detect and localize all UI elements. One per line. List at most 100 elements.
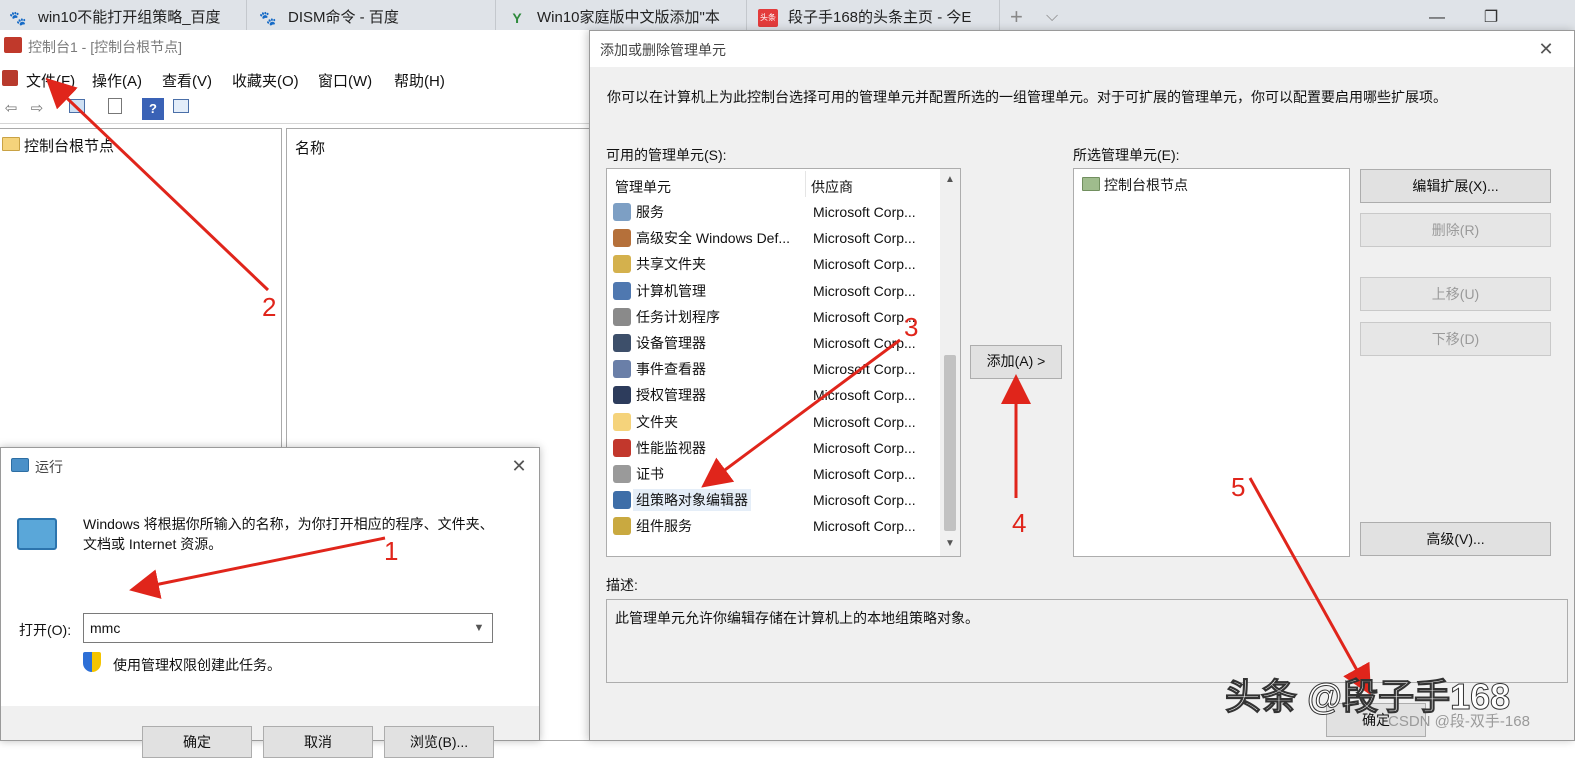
run-dialog: 运行 ✕ Windows 将根据你所输入的名称，为你打开相应的程序、文件夹、文档… <box>0 447 540 758</box>
mmc-app-icon <box>4 37 22 53</box>
column-divider[interactable] <box>805 171 806 197</box>
mmc-toolbar: ⇦ ⇨ ? <box>0 94 600 124</box>
folder-icon <box>1082 177 1100 191</box>
snapin-list-item[interactable]: 组件服务 Microsoft Corp... <box>611 513 939 539</box>
close-icon[interactable]: ✕ <box>1534 37 1558 61</box>
remove-button[interactable]: 删除(R) <box>1360 213 1551 247</box>
edit-extensions-button[interactable]: 编辑扩展(X)... <box>1360 169 1551 203</box>
uac-shield-icon <box>83 652 101 672</box>
run-button-bar: 确定 取消 浏览(B)... <box>1 706 539 758</box>
snapin-name: 组件服务 <box>636 518 692 535</box>
description-label: 描述: <box>606 577 638 593</box>
run-dialog-title: 运行 <box>35 459 63 475</box>
baidu-paw-icon: 🐾 <box>259 10 277 26</box>
snapin-vendor: Microsoft Corp... <box>813 387 916 404</box>
menu-file[interactable]: 文件(F) <box>26 70 75 91</box>
step-label-2: 2 <box>262 292 277 322</box>
browse-button[interactable]: 浏览(B)... <box>384 726 494 758</box>
column-header-name[interactable]: 名称 <box>295 137 325 158</box>
menu-window[interactable]: 窗口(W) <box>318 70 372 91</box>
open-input-value[interactable]: mmc <box>90 620 120 636</box>
open-label: 打开(O): <box>19 622 72 638</box>
certificate-icon <box>613 465 631 483</box>
cancel-button[interactable]: 取消 <box>263 726 373 758</box>
selected-item-console-root[interactable]: 控制台根节点 <box>1082 175 1188 195</box>
folder-icon <box>2 137 20 151</box>
snapin-name: 服务 <box>636 204 664 220</box>
authorization-icon <box>613 386 631 405</box>
tree-node-label: 控制台根节点 <box>24 138 115 155</box>
chevron-down-icon[interactable]: ▼ <box>470 618 488 638</box>
available-snapins-list[interactable]: 管理单元 供应商 服务 Microsoft Corp... 高级安全 Windows… <box>606 168 961 557</box>
csdn-watermark: CSDN @段-双手-168 <box>1388 713 1530 730</box>
snapin-list-item[interactable]: 设备管理器 Microsoft Corp... <box>611 330 939 356</box>
menu-help[interactable]: 帮助(H) <box>394 70 445 91</box>
open-combobox[interactable]: mmc ▼ <box>83 613 493 643</box>
run-titlebar: 运行 ✕ <box>1 448 539 484</box>
snapin-name: 证书 <box>636 466 664 482</box>
snapin-list-item[interactable]: 任务计划程序 Microsoft Corp... <box>611 304 939 330</box>
selected-snapins-list[interactable]: 控制台根节点 <box>1073 168 1350 557</box>
snapin-vendor: Microsoft Corp... <box>813 204 916 220</box>
scroll-up-icon[interactable]: ▲ <box>940 171 960 189</box>
snapin-name: 设备管理器 <box>636 335 706 351</box>
admin-privilege-note: 使用管理权限创建此任务。 <box>113 657 281 673</box>
snapin-name: 计算机管理 <box>636 282 706 299</box>
tree-node-console-root[interactable]: 控制台根节点 <box>2 135 114 156</box>
list-column-headers: 管理单元 供应商 <box>607 169 939 199</box>
snapin-name: 文件夹 <box>636 413 678 430</box>
mmc-window-title: 控制台1 - [控制台根节点] <box>28 39 183 55</box>
snapin-list-item[interactable]: 高级安全 Windows Def... Microsoft Corp... <box>611 225 939 251</box>
add-button[interactable]: 添加(A) > <box>970 345 1062 379</box>
run-body: Windows 将根据你所输入的名称，为你打开相应的程序、文件夹、文档或 Int… <box>1 484 539 758</box>
device-manager-icon <box>613 334 631 352</box>
list-scrollbar[interactable]: ▲ ▼ <box>940 169 960 556</box>
back-arrow-icon[interactable]: ⇦ <box>0 98 22 120</box>
snapin-list-item[interactable]: 组策略对象编辑器 Microsoft Corp... <box>611 487 939 513</box>
snapin-list-item[interactable]: 共享文件夹 Microsoft Corp... <box>611 251 939 277</box>
console-menu-icon[interactable] <box>2 70 18 86</box>
folder-icon <box>613 412 631 431</box>
snapin-list-item[interactable]: 授权管理器 Microsoft Corp... <box>611 382 939 408</box>
snapin-name: 组策略对象编辑器 <box>633 489 751 512</box>
clock-icon <box>613 307 631 326</box>
step-label-1: 1 <box>384 536 399 566</box>
help-icon[interactable]: ? <box>142 98 164 120</box>
snapin-list-item[interactable]: 文件夹 Microsoft Corp... <box>611 409 939 435</box>
scrollbar-thumb[interactable] <box>944 355 956 531</box>
snapin-list-item[interactable]: 服务 Microsoft Corp... <box>611 199 939 225</box>
menu-favorites[interactable]: 收藏夹(O) <box>232 70 299 91</box>
group-policy-icon <box>613 491 631 510</box>
snapin-list-item[interactable]: 性能监视器 Microsoft Corp... <box>611 435 939 461</box>
snapin-name: 任务计划程序 <box>636 308 720 325</box>
export-list-icon[interactable] <box>104 98 126 120</box>
run-app-icon <box>11 458 29 472</box>
console-tree-icon[interactable] <box>66 98 88 120</box>
menu-action[interactable]: 操作(A) <box>92 70 142 91</box>
column-header-vendor[interactable]: 供应商 <box>811 177 853 197</box>
action-pane-icon[interactable] <box>170 98 192 120</box>
snapin-list-item[interactable]: 计算机管理 Microsoft Corp... <box>611 278 939 304</box>
mmc-menubar: 文件(F) 操作(A) 查看(V) 收藏夹(O) 窗口(W) 帮助(H) <box>0 64 600 92</box>
selected-snapins-label: 所选管理单元(E): <box>1073 147 1180 163</box>
snapin-list-item[interactable]: 证书 Microsoft Corp... <box>611 461 939 487</box>
snapin-name: 共享文件夹 <box>636 256 706 273</box>
forward-arrow-icon[interactable]: ⇨ <box>26 98 48 120</box>
close-icon[interactable]: ✕ <box>507 454 531 478</box>
column-header-snapin[interactable]: 管理单元 <box>615 177 671 197</box>
snapin-name: 性能监视器 <box>636 439 706 456</box>
move-up-button[interactable]: 上移(U) <box>1360 277 1551 311</box>
run-description: Windows 将根据你所输入的名称，为你打开相应的程序、文件夹、文档或 Int… <box>83 516 494 552</box>
snapin-name: 高级安全 Windows Def... <box>636 230 791 247</box>
browser-tab-title: Win10家庭版中文版添加"本 <box>537 9 720 26</box>
step-label-3: 3 <box>904 312 919 342</box>
move-down-button[interactable]: 下移(D) <box>1360 322 1551 356</box>
advanced-button[interactable]: 高级(V)... <box>1360 522 1551 556</box>
step-label-5: 5 <box>1231 472 1246 502</box>
snapin-list-item[interactable]: 事件查看器 Microsoft Corp... <box>611 356 939 382</box>
snapin-vendor: Microsoft Corp... <box>813 492 916 509</box>
menu-view[interactable]: 查看(V) <box>162 70 212 91</box>
scroll-down-icon[interactable]: ▼ <box>940 535 960 553</box>
ok-button[interactable]: 确定 <box>142 726 252 758</box>
mmc-titlebar: 控制台1 - [控制台根节点] <box>0 30 600 62</box>
